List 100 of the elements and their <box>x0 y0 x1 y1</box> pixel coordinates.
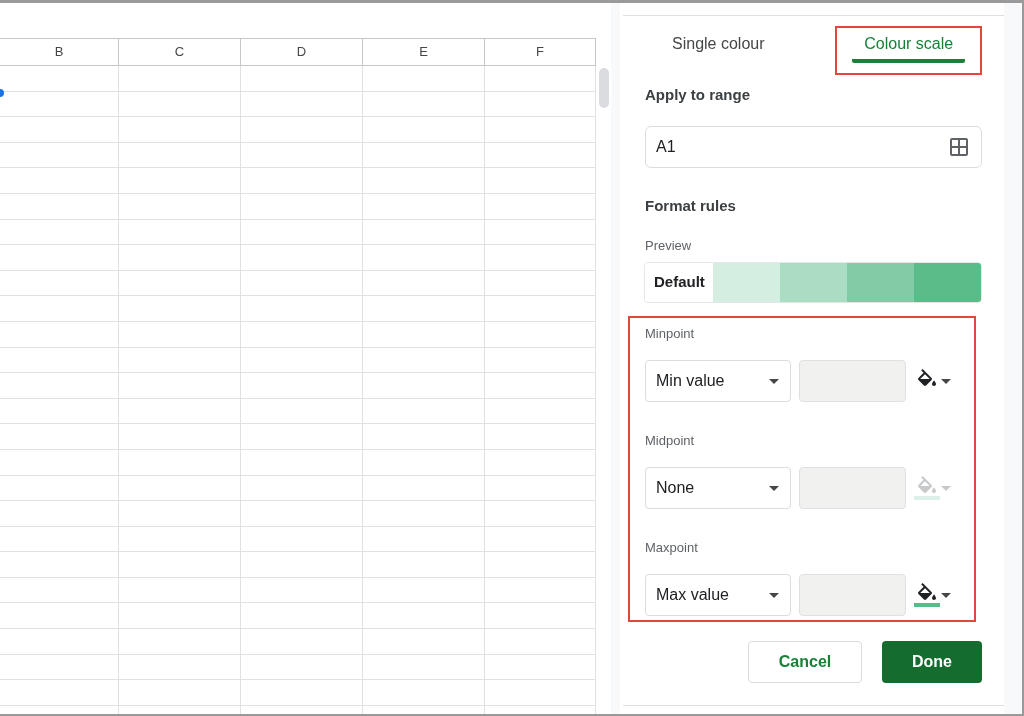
column-header[interactable]: C <box>119 39 241 65</box>
sheet-cell[interactable] <box>119 680 241 706</box>
sheet-cell[interactable] <box>0 321 119 348</box>
sheet-cell[interactable] <box>363 193 485 220</box>
sheet-cell[interactable] <box>363 501 485 527</box>
sheet-cell[interactable] <box>0 219 119 246</box>
sheet-cell[interactable] <box>485 91 596 118</box>
sheet-cell[interactable] <box>485 552 596 578</box>
sheet-cell[interactable] <box>119 168 241 194</box>
sheet-cell[interactable] <box>485 629 596 655</box>
column-header[interactable]: B <box>0 39 119 65</box>
sheet-cell[interactable] <box>241 66 363 92</box>
sheet-cell[interactable] <box>363 347 485 374</box>
sheet-cell[interactable] <box>119 117 241 143</box>
sheet-cell[interactable] <box>241 321 363 348</box>
sheet-cell[interactable] <box>0 347 119 374</box>
sheet-cell[interactable] <box>241 245 363 271</box>
sheet-cell[interactable] <box>363 449 485 476</box>
sheet-cell[interactable] <box>241 629 363 655</box>
sheet-cell[interactable] <box>241 193 363 220</box>
sheet-cell[interactable] <box>485 347 596 374</box>
sheet-cell[interactable] <box>485 219 596 246</box>
selection-handle-icon[interactable] <box>0 89 4 97</box>
sheet-cell[interactable] <box>119 373 241 399</box>
sheet-cell[interactable] <box>363 219 485 246</box>
sheet-cell[interactable] <box>485 654 596 681</box>
sheet-cell[interactable] <box>0 142 119 169</box>
sheet-cell[interactable] <box>0 577 119 604</box>
sheet-cell[interactable] <box>119 552 241 578</box>
tab[interactable]: Colour scale <box>852 28 966 63</box>
sheet-cell[interactable] <box>241 347 363 374</box>
sheet-cell[interactable] <box>241 219 363 246</box>
sheet-cell[interactable] <box>363 373 485 399</box>
sheet-cell[interactable] <box>485 66 596 92</box>
sheet-cell[interactable] <box>363 552 485 578</box>
sheet-cell[interactable] <box>485 296 596 322</box>
sheet-cell[interactable] <box>0 373 119 399</box>
sheet-cell[interactable] <box>119 424 241 450</box>
sheet-cell[interactable] <box>241 501 363 527</box>
sheet-cell[interactable] <box>119 296 241 322</box>
sheet-cell[interactable] <box>119 526 241 553</box>
sheet-cell[interactable] <box>363 654 485 681</box>
sheet-cell[interactable] <box>241 526 363 553</box>
sheet-cell[interactable] <box>485 577 596 604</box>
sheet-cell[interactable] <box>363 91 485 118</box>
sheet-cell[interactable] <box>241 449 363 476</box>
sheet-cell[interactable] <box>119 245 241 271</box>
sheet-cell[interactable] <box>119 654 241 681</box>
sheet-cell[interactable] <box>363 603 485 630</box>
sheet-cell[interactable] <box>363 66 485 92</box>
sheet-cell[interactable] <box>485 680 596 706</box>
grid-icon[interactable] <box>950 138 968 156</box>
sheet-cell[interactable] <box>485 475 596 502</box>
sheet-cell[interactable] <box>241 142 363 169</box>
sheet-cell[interactable] <box>0 603 119 630</box>
sheet-cell[interactable] <box>363 245 485 271</box>
sheet-cell[interactable] <box>363 526 485 553</box>
sheet-cell[interactable] <box>485 270 596 297</box>
sheet-cell[interactable] <box>485 168 596 194</box>
sheet-cell[interactable] <box>363 680 485 706</box>
sheet-cell[interactable] <box>0 296 119 322</box>
sheet-cell[interactable] <box>119 449 241 476</box>
sheet-cell[interactable] <box>119 321 241 348</box>
sheet-cell[interactable] <box>241 654 363 681</box>
sheet-cell[interactable] <box>363 142 485 169</box>
sheet-cell[interactable] <box>119 66 241 92</box>
sheet-cell[interactable] <box>0 117 119 143</box>
dropdown[interactable]: Min value <box>645 360 791 402</box>
sheet-cell[interactable] <box>485 142 596 169</box>
range-input[interactable]: A1 <box>645 126 982 168</box>
sheet-cell[interactable] <box>241 398 363 425</box>
done-button[interactable]: Done <box>882 641 982 683</box>
sheet-cell[interactable] <box>485 245 596 271</box>
sheet-cell[interactable] <box>241 577 363 604</box>
sheet-cell[interactable] <box>363 475 485 502</box>
sheet-cell[interactable] <box>119 193 241 220</box>
sheet-cell[interactable] <box>363 577 485 604</box>
sheet-cell[interactable] <box>241 552 363 578</box>
sheet-cell[interactable] <box>241 270 363 297</box>
tab[interactable]: Single colour <box>660 28 777 63</box>
sheet-cell[interactable] <box>363 398 485 425</box>
sheet-cell[interactable] <box>119 347 241 374</box>
sheet-cell[interactable] <box>485 603 596 630</box>
sheet-cell[interactable] <box>0 629 119 655</box>
sheet-cell[interactable] <box>241 373 363 399</box>
sheet-cell[interactable] <box>485 321 596 348</box>
sheet-cell[interactable] <box>363 629 485 655</box>
sheet-cell[interactable] <box>0 449 119 476</box>
sheet-cell[interactable] <box>241 603 363 630</box>
sheet-cell[interactable] <box>119 577 241 604</box>
sheet-cell[interactable] <box>485 449 596 476</box>
sheet-cell[interactable] <box>241 475 363 502</box>
sheet-cell[interactable] <box>0 245 119 271</box>
sheet-cell[interactable] <box>0 475 119 502</box>
sheet-cell[interactable] <box>119 91 241 118</box>
sheet-cell[interactable] <box>119 629 241 655</box>
sheet-cell[interactable] <box>0 424 119 450</box>
sheet-cell[interactable] <box>241 424 363 450</box>
cancel-button[interactable]: Cancel <box>748 641 862 683</box>
sheet-cell[interactable] <box>119 398 241 425</box>
